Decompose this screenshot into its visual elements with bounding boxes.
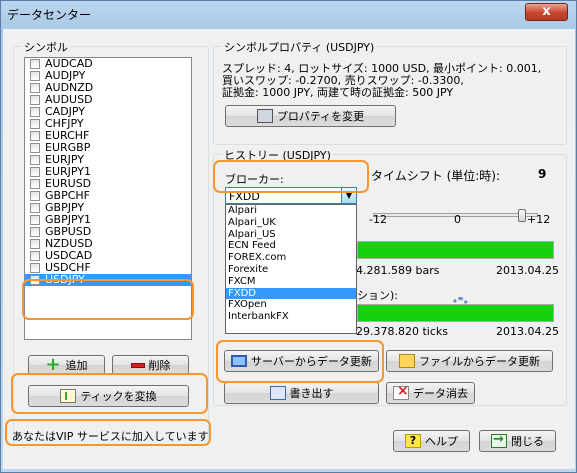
symbol-checkbox[interactable] <box>30 71 40 81</box>
erase-icon <box>393 383 409 400</box>
broker-option[interactable]: FXDD <box>226 287 356 300</box>
client-area: シンボル AUDCAD AUDJPY AUDNZD AUDUSD CADJPY CHFJP… <box>3 29 575 469</box>
help-label: ヘルプ <box>425 435 458 448</box>
symbol-checkbox[interactable] <box>30 167 40 177</box>
close-button[interactable]: 閉じる <box>479 430 556 452</box>
symbol-checkbox[interactable] <box>30 131 40 141</box>
broker-option[interactable]: Forexite <box>226 264 356 276</box>
symbol-checkbox[interactable] <box>30 263 40 273</box>
update-from-file-button[interactable]: ファイルからデータ更新 <box>386 350 553 372</box>
export-label: 書き出す <box>289 387 334 400</box>
ticks-label: ション): <box>357 289 398 302</box>
help-icon: ? <box>405 434 421 448</box>
broker-option[interactable]: Alpari_UK <box>226 217 356 229</box>
timeshift-slider-thumb[interactable] <box>518 209 526 222</box>
scale-min: -12 <box>369 213 387 226</box>
erase-data-label: データ消去 <box>413 387 468 400</box>
scale-max: +12 <box>527 213 551 226</box>
symbol-checkbox[interactable] <box>30 59 40 69</box>
scale-mid: 0 <box>454 213 461 226</box>
exit-icon <box>491 432 507 448</box>
highlight-usdjpy <box>22 279 194 320</box>
broker-option[interactable]: FXOpen <box>226 299 356 311</box>
ticks-progress <box>357 304 554 322</box>
minus-icon <box>130 362 145 368</box>
add-button[interactable]: 追加 <box>28 354 105 375</box>
broker-option[interactable]: ECN Feed <box>226 240 356 252</box>
broker-option[interactable]: Alpari <box>226 205 356 217</box>
export-button[interactable]: 書き出す <box>224 382 379 404</box>
timeshift-value: 9 <box>538 167 547 181</box>
close-label: 閉じる <box>511 435 544 448</box>
symbol-checkbox[interactable] <box>30 215 40 225</box>
symbol-checkbox[interactable] <box>30 227 40 237</box>
symbol-checkbox[interactable] <box>30 83 40 93</box>
highlight-broker <box>213 160 369 193</box>
property-line: 証拠金: 1000 JPY, 両建て時の証拠金: 500 JPY <box>222 86 454 99</box>
timeshift-label: タイムシフト (単位:時): <box>371 169 501 183</box>
change-properties-label: プロパティを変更 <box>276 110 365 123</box>
symbol-checkbox[interactable] <box>30 143 40 153</box>
title-bar[interactable]: データセンター x <box>1 1 576 29</box>
data-center-window: データセンター x シンボル AUDCAD AUDJPY AUDNZD AUDUSD C… <box>0 0 577 473</box>
symbol-checkbox[interactable] <box>30 107 40 117</box>
folder-icon <box>399 354 415 368</box>
broker-option[interactable]: InterbankFX <box>226 311 356 323</box>
broker-option[interactable]: FOREX.com <box>226 252 356 264</box>
add-button-label: 追加 <box>65 359 88 372</box>
bars-progress <box>357 241 554 259</box>
highlight-server-update <box>216 340 384 383</box>
ticks-date: 2013.04.25 <box>496 325 559 338</box>
symbol-checkbox[interactable] <box>30 239 40 249</box>
symbol-checkbox[interactable] <box>30 191 40 201</box>
ticks-count: 29.378.820 ticks <box>356 325 448 338</box>
delete-button[interactable]: 削除 <box>112 355 189 375</box>
symbol-checkbox[interactable] <box>30 95 40 105</box>
symbol-checkbox[interactable] <box>30 119 40 129</box>
plus-icon <box>46 354 62 375</box>
symbol-checkbox[interactable] <box>30 251 40 261</box>
window-close-button[interactable]: x <box>525 3 568 21</box>
broker-option[interactable]: FXCM <box>226 276 356 288</box>
symbol-checkbox[interactable] <box>30 203 40 213</box>
bars-date: 2013.04.25 <box>496 264 559 277</box>
broker-option[interactable]: Alpari_US <box>226 229 356 241</box>
symbol-checkbox[interactable] <box>30 155 40 165</box>
update-from-file-label: ファイルからデータ更新 <box>419 355 540 368</box>
export-icon <box>269 386 286 400</box>
broker-dropdown-list[interactable]: Alpari Alpari_UK Alpari_US ECN Feed FOREX.co… <box>225 204 357 334</box>
properties-icon <box>256 109 273 123</box>
highlight-convert-ticks <box>11 373 208 414</box>
properties-legend: シンボルプロパティ (USDJPY) <box>222 39 377 55</box>
window-title: データセンター <box>7 8 92 22</box>
erase-data-button[interactable]: データ消去 <box>386 382 475 404</box>
symbol-checkbox[interactable] <box>30 179 40 189</box>
bars-count: 4.281.589 bars <box>356 264 440 277</box>
delete-button-label: 削除 <box>148 359 171 372</box>
highlight-vip-status <box>5 419 211 446</box>
change-properties-button[interactable]: プロパティを変更 <box>225 105 396 127</box>
symbols-legend: シンボル <box>22 39 70 55</box>
help-button[interactable]: ? ヘルプ <box>393 430 470 452</box>
